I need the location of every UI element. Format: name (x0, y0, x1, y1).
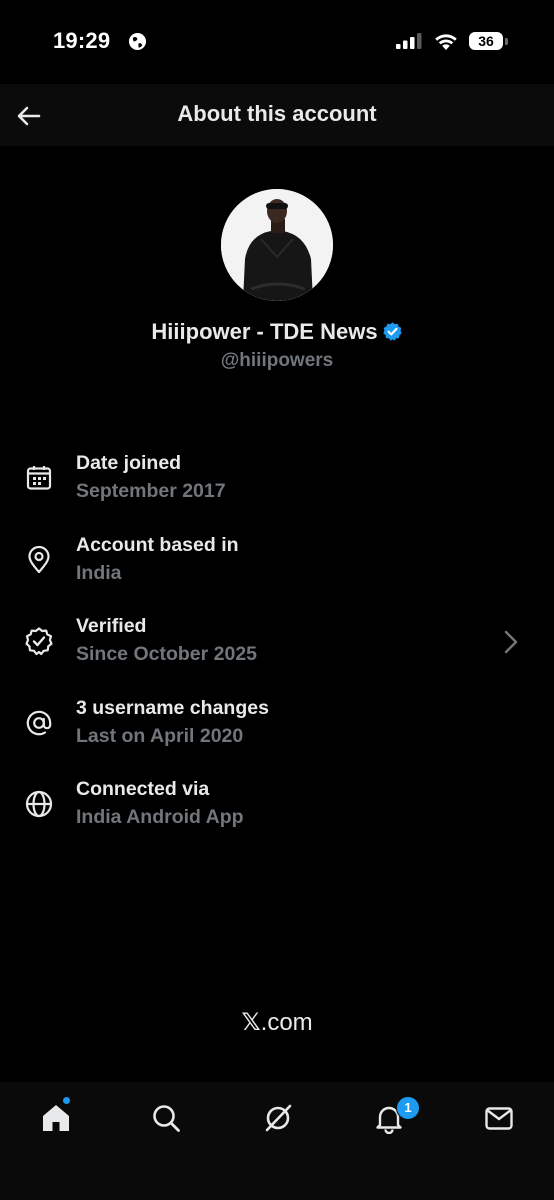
verified-check-icon (25, 627, 53, 656)
row-value: Since October 2025 (76, 643, 258, 665)
info-row-verified[interactable]: Verified Since October 2025 (0, 615, 554, 685)
home-unread-dot (63, 1097, 70, 1104)
row-label: Verified (76, 615, 147, 637)
info-row-account-location: Account based in India (0, 534, 554, 604)
status-bar: 19:29 36 (0, 0, 554, 84)
avatar[interactable] (221, 189, 333, 301)
location-pin-icon (28, 545, 50, 574)
row-label: 3 username changes (76, 697, 269, 719)
battery-indicator: 36 (469, 32, 503, 50)
row-label: Account based in (76, 534, 239, 556)
top-header: About this account (0, 84, 554, 146)
verified-badge-icon (382, 322, 402, 341)
home-icon[interactable] (40, 1102, 72, 1134)
row-value: India (76, 562, 122, 584)
x-dot-com-link[interactable]: 𝕏.com (0, 1008, 554, 1037)
row-label: Connected via (76, 778, 210, 800)
globe-icon (25, 790, 53, 818)
brand-suffix: .com (260, 1009, 313, 1036)
cellular-signal-icon (396, 33, 422, 49)
info-row-connected-via: Connected via India Android App (0, 778, 554, 848)
row-value: India Android App (76, 806, 244, 828)
calendar-icon (26, 466, 52, 490)
row-value: September 2017 (76, 480, 226, 502)
display-name: Hiiipower - TDE News (151, 319, 378, 344)
info-row-date-joined: Date joined September 2017 (0, 452, 554, 522)
status-time: 19:29 (53, 28, 111, 53)
grok-icon[interactable] (262, 1102, 294, 1134)
info-row-username-changes: 3 username changes Last on April 2020 (0, 697, 554, 767)
bottom-nav-bar (0, 1082, 554, 1200)
page-title: About this account (177, 101, 377, 126)
avatar-photo (221, 189, 333, 301)
profile-name-row: Hiiipower - TDE News (0, 319, 554, 345)
at-sign-icon (26, 710, 52, 736)
search-icon[interactable] (150, 1102, 182, 1134)
chevron-right-icon[interactable] (503, 629, 519, 655)
notifications-count-badge: 1 (396, 1096, 420, 1120)
battery-tip (505, 38, 508, 45)
wifi-icon (435, 34, 457, 50)
profile-handle: @hiiipowers (220, 350, 334, 371)
messages-icon[interactable] (483, 1102, 515, 1134)
x-logo-icon: 𝕏 (241, 1008, 261, 1036)
location-globe-icon (128, 32, 147, 51)
row-value: Last on April 2020 (76, 725, 244, 747)
row-label: Date joined (76, 452, 182, 474)
